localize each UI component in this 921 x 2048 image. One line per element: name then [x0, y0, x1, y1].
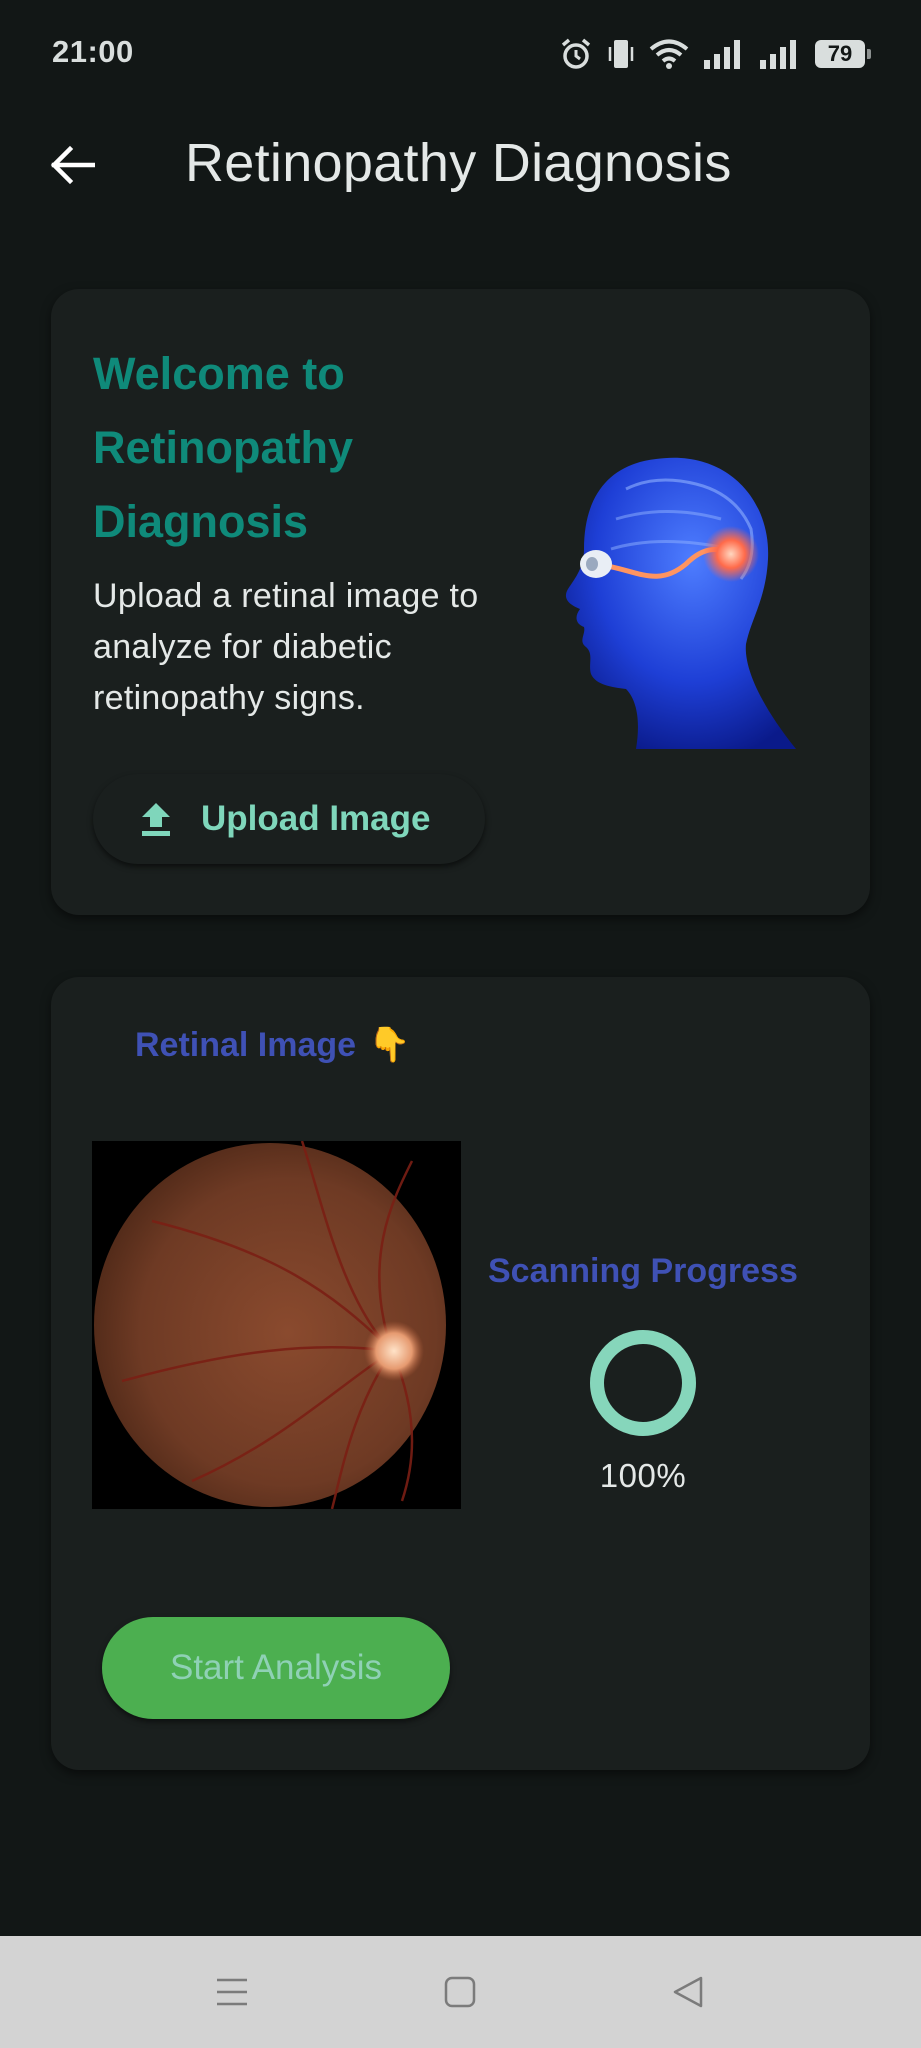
welcome-card: Welcome to Retinopathy Diagnosis Upload … [51, 289, 870, 915]
app-bar: Retinopathy Diagnosis [0, 120, 921, 210]
signal-icon [760, 40, 796, 69]
scanning-progress-heading: Scanning Progress [488, 1252, 798, 1290]
battery-icon: 79 [815, 40, 871, 68]
app-screen: 21:00 79 Retinopathy Diagnosis Welcome t… [0, 0, 921, 2048]
upload-icon [142, 803, 170, 836]
scanning-progress-value: 100% [599, 1457, 687, 1494]
retinal-image-heading-text: Retinal Image [135, 1025, 357, 1064]
page-title: Retinopathy Diagnosis [185, 133, 732, 193]
arrow-left-icon [50, 145, 95, 185]
status-icons: 79 [559, 34, 871, 74]
back-button[interactable] [40, 140, 104, 190]
upload-image-label: Upload Image [201, 799, 431, 838]
status-time: 21:00 [52, 34, 134, 69]
recent-apps-button[interactable] [204, 1964, 260, 2020]
scanning-progress-ring [590, 1330, 696, 1436]
status-bar: 21:00 79 [0, 0, 921, 100]
start-analysis-button[interactable]: Start Analysis [102, 1617, 450, 1719]
retinal-image-heading: Retinal Image 👇 [135, 1025, 410, 1065]
wifi-icon [649, 39, 689, 69]
alarm-icon [561, 38, 591, 69]
signal-icon [704, 40, 740, 69]
retinal-fundus-image [92, 1141, 461, 1509]
home-button[interactable] [432, 1964, 488, 2020]
welcome-description: Upload a retinal image to analyze for di… [93, 577, 479, 717]
head-illustration [565, 457, 796, 749]
back-triangle-icon [673, 1976, 703, 2008]
menu-icon [217, 1978, 247, 2006]
pointing-down-emoji: 👇 [368, 1026, 411, 1064]
vibrate-icon [608, 40, 634, 68]
home-icon [444, 1976, 476, 2008]
system-nav-bar [0, 1936, 921, 2048]
welcome-title: Welcome to Retinopathy Diagnosis [93, 348, 354, 547]
upload-image-button[interactable]: Upload Image [93, 774, 485, 864]
system-back-button[interactable] [660, 1964, 716, 2020]
retinal-image-card: Retinal Image 👇 Scanning Progress 100% S… [51, 977, 870, 1770]
